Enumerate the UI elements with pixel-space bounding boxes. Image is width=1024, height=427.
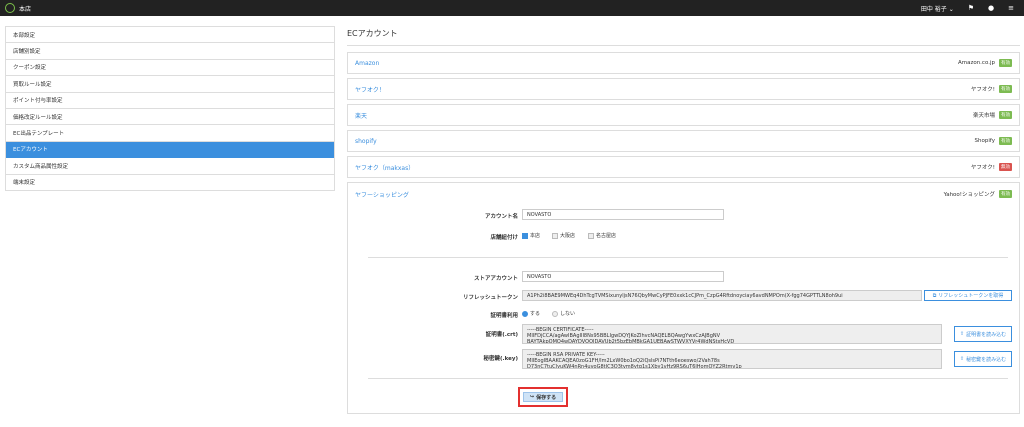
save-button-highlight: ↪ 保存する	[518, 387, 568, 407]
account-card-shopify[interactable]: shopify Shopify 有効	[347, 130, 1020, 152]
cert-use-radio-yes[interactable]: する	[522, 310, 540, 317]
form-divider	[368, 257, 1008, 258]
status-badge: 有効	[999, 59, 1012, 67]
main-content: ECアカウント Amazon Amazon.co.jp 有効 ヤフオク！ ヤフオク…	[347, 26, 1020, 414]
account-card-yahuoku[interactable]: ヤフオク！ ヤフオク! 有効	[347, 78, 1020, 100]
sidebar-item-ec-template[interactable]: EC出品テンプレート	[6, 125, 334, 142]
account-card-amazon[interactable]: Amazon Amazon.co.jp 有効	[347, 52, 1020, 74]
sidebar-item-custom-attributes[interactable]: カスタム商品属性設定	[6, 158, 334, 175]
save-button[interactable]: ↪ 保存する	[523, 392, 563, 402]
store-account-label: ストアアカウント	[473, 276, 518, 282]
chat-icon[interactable]: ●	[988, 4, 994, 12]
get-refresh-token-button[interactable]: ⧉ リフレッシュトークンを取得	[924, 290, 1012, 301]
status-badge: 有効	[999, 190, 1012, 198]
account-name-label: アカウント名	[484, 214, 518, 220]
user-menu[interactable]: 田中 裕子 ⌄	[921, 4, 954, 13]
cert-use-radio-no[interactable]: しない	[552, 310, 575, 317]
refresh-token-label: リフレッシュトークン	[462, 295, 518, 301]
cert-label: 証明書(.crt)	[485, 332, 518, 338]
load-key-button[interactable]: ⇧ 秘密鍵を読み込む	[954, 351, 1012, 367]
checkbox-icon[interactable]	[588, 232, 594, 239]
sidebar-item-ec-account[interactable]: ECアカウント	[6, 141, 334, 159]
cert-use-label: 証明書利用	[490, 313, 518, 319]
store-account-input[interactable]: NOVASTO	[522, 271, 724, 282]
panel-header[interactable]: ヤフーショッピング Yahoo!ショッピング 有効	[348, 183, 1019, 205]
status-badge: 有効	[999, 111, 1012, 119]
store-link-label: 店舗紐付け	[490, 235, 518, 241]
status-badge: 有効	[999, 85, 1012, 93]
store-checkbox-nagoya[interactable]: 名古屋店	[588, 232, 616, 239]
radio-checked-icon[interactable]	[522, 310, 528, 317]
sidebar-item-store-settings[interactable]: 店舗別設定	[6, 43, 334, 60]
title-divider	[347, 45, 1020, 46]
sidebar-item-coupon[interactable]: クーポン設定	[6, 60, 334, 77]
top-bar: 本店 田中 裕子 ⌄ ⚑ ● ≡	[0, 0, 1024, 16]
load-cert-button[interactable]: ⇧ 証明書を読み込む	[954, 326, 1012, 342]
menu-icon[interactable]: ≡	[1008, 4, 1014, 12]
account-card-yahuoku-makxas[interactable]: ヤフオク（makxas） ヤフオク! 無効	[347, 156, 1020, 178]
status-badge: 無効	[999, 163, 1012, 171]
account-card-rakuten[interactable]: 楽天 楽天市場 有効	[347, 104, 1020, 126]
upload-icon: ⇧	[959, 331, 965, 337]
cert-textarea[interactable]: -----BEGIN CERTIFICATE----- MIIFDjCCA/ag…	[522, 324, 942, 344]
store-checkbox-osaka[interactable]: 大阪店	[552, 232, 575, 239]
radio-icon[interactable]	[552, 310, 558, 317]
upload-icon: ⇧	[959, 356, 965, 362]
store-checkbox-honten[interactable]: 本店	[522, 232, 540, 239]
page-title: ECアカウント	[347, 29, 398, 38]
status-badge: 有効	[999, 137, 1012, 145]
checkbox-icon[interactable]	[552, 232, 558, 239]
sidebar-item-pricing-rules[interactable]: 価格改定ルール設定	[6, 109, 334, 126]
checkbox-checked-icon[interactable]	[522, 232, 528, 239]
external-link-icon: ⧉	[932, 292, 937, 299]
app-name: 本店	[19, 5, 32, 13]
sidebar-item-points[interactable]: ポイント付与率設定	[6, 93, 334, 109]
sidebar-item-terminal[interactable]: 端末設定	[6, 175, 334, 191]
refresh-token-input[interactable]: A1Ph2i8BAE9MWEq4DhTcgTVMSixunyljsN76QbyM…	[522, 290, 922, 301]
sidebar-item-headquarters[interactable]: 本部設定	[6, 27, 334, 44]
sidebar-item-purchase-rules[interactable]: 買取ルール設定	[6, 76, 334, 93]
account-name-input[interactable]: NOVASTO	[522, 209, 724, 220]
flag-icon[interactable]: ⚑	[968, 4, 974, 12]
sidebar: 本部設定 店舗別設定 クーポン設定 買取ルール設定 ポイント付与率設定 価格改定…	[5, 26, 335, 191]
account-panel-yahoo-shopping: ヤフーショッピング Yahoo!ショッピング 有効 アカウント名 NOVASTO …	[347, 182, 1020, 414]
header-right: 田中 裕子 ⌄ ⚑ ● ≡	[921, 0, 1014, 16]
app-logo-icon	[5, 3, 15, 13]
key-label: 秘密鍵(.key)	[483, 356, 518, 362]
key-textarea[interactable]: -----BEGIN RSA PRIVATE KEY----- MIIEogIB…	[522, 349, 942, 369]
share-icon: ↪	[529, 394, 535, 400]
form-divider	[368, 378, 1008, 379]
